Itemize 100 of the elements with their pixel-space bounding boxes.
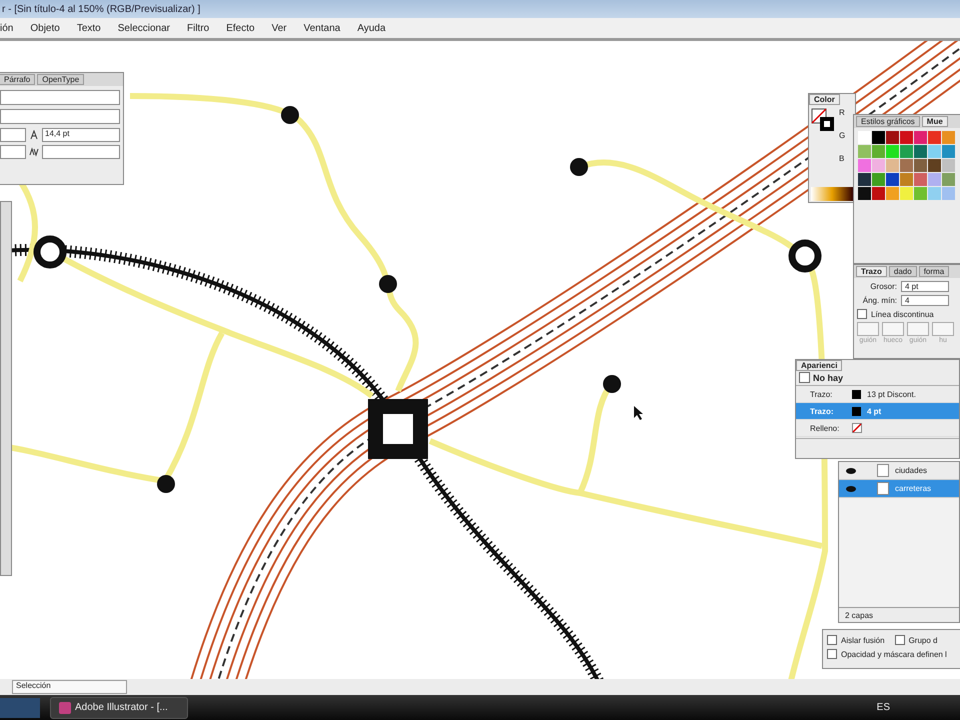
point-marker xyxy=(570,158,588,176)
panel-tab[interactable]: Trazo xyxy=(856,266,887,277)
dash-field[interactable] xyxy=(857,322,879,336)
stroke-swatch-icon xyxy=(852,390,861,398)
panel-tab[interactable]: Aparienci xyxy=(796,360,842,371)
color-swatch[interactable] xyxy=(872,173,885,186)
panel-tab[interactable]: Color xyxy=(809,94,840,105)
color-swatch[interactable] xyxy=(872,131,885,144)
checkbox[interactable] xyxy=(894,635,905,645)
checkbox[interactable] xyxy=(827,649,837,659)
status-dropdown[interactable]: Selección xyxy=(12,680,127,694)
color-swatch[interactable] xyxy=(942,145,955,158)
panel-tab[interactable]: dado xyxy=(888,266,917,277)
start-button[interactable] xyxy=(0,698,40,718)
checkbox[interactable] xyxy=(827,635,837,645)
panel-tab[interactable]: Párrafo xyxy=(0,74,36,85)
point-marker xyxy=(281,106,299,124)
leading-field[interactable]: 14,4 pt xyxy=(42,128,120,142)
color-swatch[interactable] xyxy=(900,173,913,186)
panel-tab[interactable]: forma xyxy=(918,266,950,277)
station-square xyxy=(368,399,428,459)
color-swatch[interactable] xyxy=(886,173,899,186)
color-swatch[interactable] xyxy=(914,131,927,144)
menu-item[interactable]: Ver xyxy=(272,22,287,34)
dash-field[interactable] xyxy=(907,322,929,336)
menu-item[interactable]: Filtro xyxy=(187,22,210,34)
color-swatch[interactable] xyxy=(928,145,941,158)
no-fill-icon xyxy=(852,423,862,433)
color-spectrum[interactable] xyxy=(811,187,853,201)
menu-item[interactable]: Efecto xyxy=(226,22,255,34)
color-swatch[interactable] xyxy=(942,159,955,172)
color-swatch[interactable] xyxy=(858,145,871,158)
channel-label: B xyxy=(839,154,846,163)
checkbox-label: Grupo d xyxy=(908,636,938,644)
color-swatch[interactable] xyxy=(872,145,885,158)
channel-label: R xyxy=(839,108,846,117)
target-label: No hay xyxy=(813,372,844,382)
window-title: r - [Sin título-4 al 150% (RGB/Previsualizar) ] xyxy=(2,4,200,14)
weight-field[interactable]: 4 pt xyxy=(901,281,949,292)
menu-item[interactable]: Ayuda xyxy=(357,22,386,34)
color-swatch[interactable] xyxy=(928,187,941,200)
menu-item[interactable]: ión xyxy=(0,22,14,34)
font-dropdown[interactable] xyxy=(0,90,120,105)
point-marker xyxy=(157,475,175,493)
tracking-dropdown[interactable] xyxy=(42,145,120,159)
color-swatch[interactable] xyxy=(858,173,871,186)
appearance-row[interactable]: Relleno: xyxy=(796,420,959,437)
style-dropdown[interactable] xyxy=(0,109,120,124)
checkbox[interactable] xyxy=(857,309,867,319)
taskbar-button[interactable]: Adobe Illustrator - [... xyxy=(50,696,188,718)
fill-stroke-icon[interactable] xyxy=(811,108,835,132)
color-swatch[interactable] xyxy=(886,159,899,172)
color-swatch[interactable] xyxy=(942,187,955,200)
menu-item[interactable]: Ventana xyxy=(304,22,340,34)
color-swatch[interactable] xyxy=(900,131,913,144)
kerning-dropdown[interactable] xyxy=(0,145,26,159)
channel-label: G xyxy=(839,131,846,140)
target-icon xyxy=(799,372,810,383)
color-swatch[interactable] xyxy=(858,131,871,144)
menu-item[interactable]: Seleccionar xyxy=(118,22,170,34)
dash-field[interactable] xyxy=(882,322,904,336)
color-swatch[interactable] xyxy=(886,145,899,158)
language-indicator[interactable]: ES xyxy=(876,702,890,713)
size-dropdown[interactable] xyxy=(0,128,26,142)
station-ring xyxy=(34,236,66,268)
color-swatch[interactable] xyxy=(914,173,927,186)
color-swatch[interactable] xyxy=(886,131,899,144)
leading-icon xyxy=(29,130,39,140)
color-swatch[interactable] xyxy=(914,159,927,172)
dash-field[interactable] xyxy=(932,322,954,336)
color-swatch[interactable] xyxy=(928,159,941,172)
color-swatch[interactable] xyxy=(872,187,885,200)
point-marker xyxy=(379,275,397,293)
color-swatch[interactable] xyxy=(900,187,913,200)
color-swatch[interactable] xyxy=(886,187,899,200)
color-swatch[interactable] xyxy=(928,173,941,186)
color-swatch[interactable] xyxy=(914,145,927,158)
color-swatch[interactable] xyxy=(858,159,871,172)
stroke-swatch-icon xyxy=(852,406,861,416)
panel-tab[interactable]: Estilos gráficos xyxy=(856,116,920,127)
field-label: Áng. mín: xyxy=(862,296,897,305)
menu-item[interactable]: Texto xyxy=(76,22,101,34)
miter-field[interactable]: 4 xyxy=(901,295,949,306)
color-swatch[interactable] xyxy=(900,145,913,158)
point-marker xyxy=(603,375,621,393)
color-swatch[interactable] xyxy=(872,159,885,172)
field-label: Grosor: xyxy=(869,282,897,291)
app-icon xyxy=(59,702,71,714)
panel-tab[interactable]: OpenType xyxy=(37,74,84,85)
menu-item[interactable]: Objeto xyxy=(30,22,60,34)
cursor-icon xyxy=(634,406,643,420)
color-swatch[interactable] xyxy=(858,187,871,200)
color-swatch[interactable] xyxy=(900,159,913,172)
color-swatch[interactable] xyxy=(942,173,955,186)
panel-tab[interactable]: Mue xyxy=(922,116,948,127)
color-swatch[interactable] xyxy=(914,187,927,200)
color-swatch[interactable] xyxy=(928,131,941,144)
layer-count: 2 capas xyxy=(845,610,874,620)
color-swatch[interactable] xyxy=(942,131,955,144)
eye-icon[interactable] xyxy=(845,466,857,474)
